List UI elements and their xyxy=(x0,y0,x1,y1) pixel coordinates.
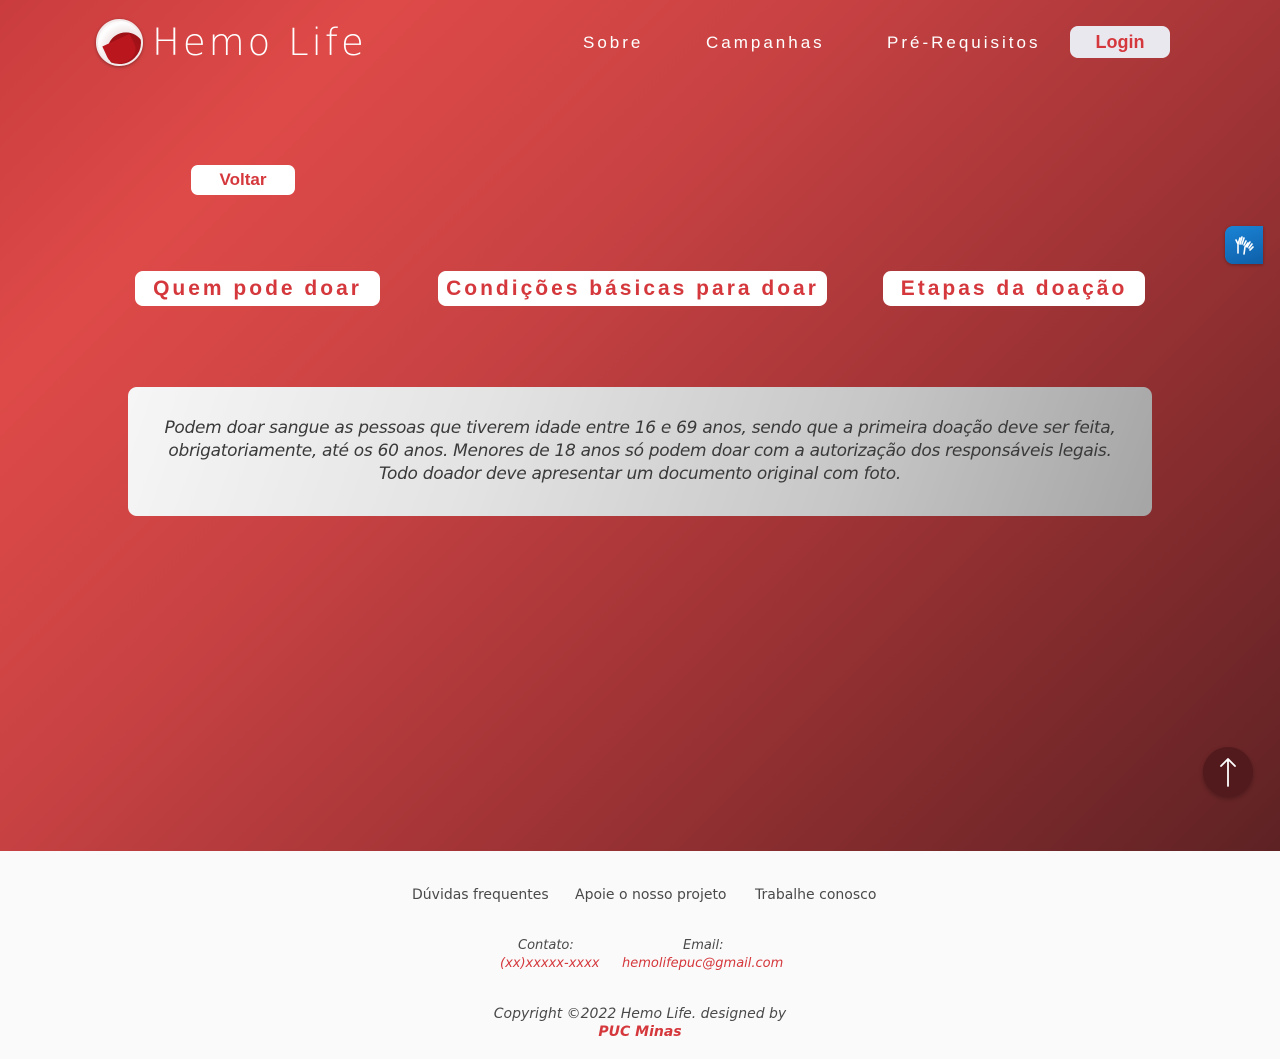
footer-link-duvidas[interactable]: Dúvidas frequentes xyxy=(412,887,549,903)
footer-link-apoie[interactable]: Apoie o nosso projeto xyxy=(575,887,727,903)
info-card: Podem doar sangue as pessoas que tiverem… xyxy=(128,387,1152,516)
login-button[interactable]: Login xyxy=(1070,26,1170,58)
hero-section: Hemo Life Sobre Campanhas Pré-Requisitos… xyxy=(0,0,1280,851)
nav-link-sobre[interactable]: Sobre xyxy=(583,33,643,53)
blood-drop-logo-icon xyxy=(96,18,143,66)
footer: Dúvidas frequentes Apoie o nosso projeto… xyxy=(0,851,1280,1059)
nav-link-campanhas[interactable]: Campanhas xyxy=(706,33,825,53)
brand-name: Hemo Life xyxy=(152,20,367,64)
email-label: Email: xyxy=(683,938,724,953)
copyright-text: Copyright ©2022 Hemo Life. designed by xyxy=(493,1006,787,1022)
email-link[interactable]: hemolifepuc@gmail.com xyxy=(622,956,783,971)
tab-condicoes-basicas[interactable]: Condições básicas para doar xyxy=(438,271,827,306)
back-button[interactable]: Voltar xyxy=(191,165,295,195)
back-to-top-button[interactable] xyxy=(1203,747,1253,797)
logo[interactable]: Hemo Life xyxy=(96,17,367,67)
nav-link-pre-requisitos[interactable]: Pré-Requisitos xyxy=(887,33,1041,53)
info-text: Podem doar sangue as pessoas que tiverem… xyxy=(164,418,1116,484)
contact-label: Contato: xyxy=(518,938,574,953)
sign-language-hands-icon[interactable] xyxy=(1225,226,1263,264)
credit-link[interactable]: PUC Minas xyxy=(0,1024,1280,1040)
footer-link-trabalhe[interactable]: Trabalhe conosco xyxy=(755,887,876,903)
arrow-up-icon xyxy=(1220,758,1236,787)
tab-quem-pode-doar[interactable]: Quem pode doar xyxy=(135,271,380,306)
contact-phone-link[interactable]: (xx)xxxxx-xxxx xyxy=(500,956,599,971)
accessibility-hands-svg xyxy=(1235,236,1254,255)
tab-etapas-doacao[interactable]: Etapas da doação xyxy=(883,271,1145,306)
